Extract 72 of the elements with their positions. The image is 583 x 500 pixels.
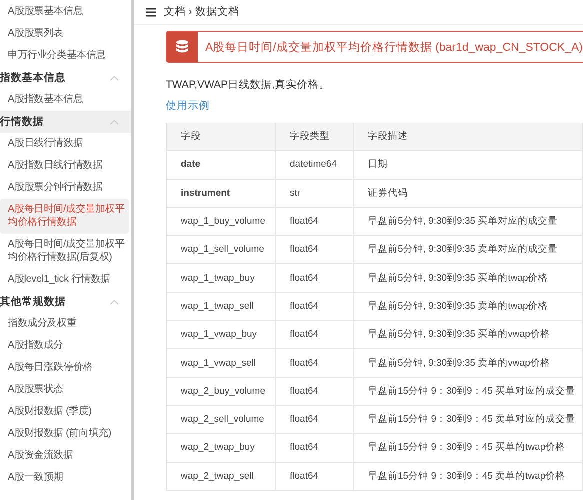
table-cell: float64 <box>276 236 354 264</box>
section-title: 指数基本信息 <box>0 71 66 85</box>
sidebar-item[interactable]: 申万行业分类基本信息 <box>0 45 129 67</box>
table-cell: 早盘前5分钟, 9:30到9:35 买单对应的成交量 <box>354 208 583 236</box>
chevron-icon <box>110 300 119 304</box>
sidebar-item[interactable]: A股财报数据 (前向填充) <box>0 423 129 445</box>
table-cell: wap_2_twap_buy <box>167 434 276 463</box>
page-title: A股每日时间/成交量加权平均价格行情数据 (bar1d_wap_CN_STOCK_A) <box>204 40 583 56</box>
sidebar-section-header[interactable]: 指数基本信息 <box>0 67 131 89</box>
table-cell: wap_1_vwap_sell <box>167 349 276 378</box>
database-icon <box>176 40 189 54</box>
chevron-icon <box>110 76 119 80</box>
chevron-icon <box>110 120 119 124</box>
table-cell: 早盘前5分钟, 9:30到9:35 卖单的vwap价格 <box>354 349 583 378</box>
sidebar-item[interactable]: A股指数基本信息 <box>0 89 129 111</box>
table-cell: 早盘前15分钟 9：30到9：45 卖单的twap价格 <box>354 462 583 491</box>
sidebar-item[interactable]: A股日线行情数据 <box>0 133 129 155</box>
table-cell: float64 <box>276 264 354 293</box>
sidebar-item[interactable]: A股股票基本信息 <box>0 1 129 23</box>
sidebar-item[interactable]: A股股票分钟行情数据 <box>0 177 129 199</box>
table-cell: float64 <box>276 292 354 322</box>
table-cell: 早盘前5分钟, 9:30到9:35 卖单对应的成交量 <box>354 236 583 264</box>
sidebar-item[interactable]: A股每日时间/成交量加权平均价格行情数据(后复权) <box>0 234 129 269</box>
column-header: 字段 <box>167 123 276 152</box>
table-cell: 早盘前15分钟 9：30到9：45 卖单对应的成交量 <box>354 406 583 434</box>
sidebar-item[interactable]: A股level1_tick 行情数据 <box>0 269 129 291</box>
table-cell: 日期 <box>354 151 583 180</box>
sidebar-item[interactable]: A股资金流数据 <box>0 445 129 467</box>
table-cell: float64 <box>276 378 354 406</box>
example-link[interactable]: 使用示例 <box>166 99 210 113</box>
column-header: 字段描述 <box>354 123 583 152</box>
table-cell: wap_1_twap_sell <box>167 292 276 322</box>
table-cell: wap_2_twap_sell <box>167 462 276 491</box>
sidebar-section-header[interactable]: 其他常规数据 <box>0 291 131 313</box>
sidebar-item[interactable]: A股指数日线行情数据 <box>0 155 129 177</box>
table-cell: instrument <box>167 180 276 208</box>
column-header: 字段类型 <box>276 123 354 152</box>
sidebar-item[interactable]: 指数成分及权重 <box>0 313 129 335</box>
section-title: 其他常规数据 <box>0 295 66 309</box>
sidebar-item[interactable]: A股财报数据 (季度) <box>0 401 129 423</box>
table-cell: 早盘前5分钟, 9:30到9:35 买单的vwap价格 <box>354 321 583 350</box>
table-cell: wap_1_vwap_buy <box>167 321 276 350</box>
sidebar-item[interactable]: A股指数成分 <box>0 335 129 357</box>
table-cell: str <box>276 180 354 208</box>
sidebar-item[interactable]: A股股票列表 <box>0 23 129 45</box>
table-cell: 早盘前15分钟 9：30到9：45 买单的twap价格 <box>354 434 583 463</box>
table-cell: float64 <box>276 321 354 350</box>
table-cell: 早盘前5分钟, 9:30到9:35 买单的twap价格 <box>354 264 583 293</box>
table-cell: float64 <box>276 406 354 434</box>
table-cell: wap_1_twap_buy <box>167 264 276 293</box>
section-title: 行情数据 <box>0 115 44 129</box>
description-text: TWAP,VWAP日线数据,真实价格。 <box>166 78 331 92</box>
sidebar-item[interactable]: A股每日涨跌停价格 <box>0 357 129 379</box>
table-cell: float64 <box>276 462 354 491</box>
table-cell: wap_1_buy_volume <box>167 208 276 236</box>
table-cell: wap_1_sell_volume <box>167 236 276 264</box>
table-cell: float64 <box>276 349 354 378</box>
table-cell: date <box>167 151 276 180</box>
sidebar-item[interactable]: A股股票状态 <box>0 379 129 401</box>
menu-icon[interactable] <box>146 8 156 16</box>
sidebar-section-header[interactable]: 行情数据 <box>0 111 131 133</box>
breadcrumb: 文档 › 数据文档 <box>164 5 240 19</box>
table-cell: wap_2_buy_volume <box>167 378 276 406</box>
sidebar-item[interactable]: A股每日时间/成交量加权平均价格行情数据 <box>0 199 129 234</box>
table-cell: 早盘前15分钟 9：30到9：45 买单对应的成交量 <box>354 378 583 406</box>
table-cell: float64 <box>276 434 354 463</box>
table-cell: 证券代码 <box>354 180 583 208</box>
table-cell: wap_2_sell_volume <box>167 406 276 434</box>
sidebar-item[interactable]: A股一致预期 <box>0 467 129 489</box>
table-cell: float64 <box>276 208 354 236</box>
table-cell: datetime64 <box>276 151 354 180</box>
table-cell: 早盘前5分钟, 9:30到9:35 卖单的twap价格 <box>354 292 583 322</box>
